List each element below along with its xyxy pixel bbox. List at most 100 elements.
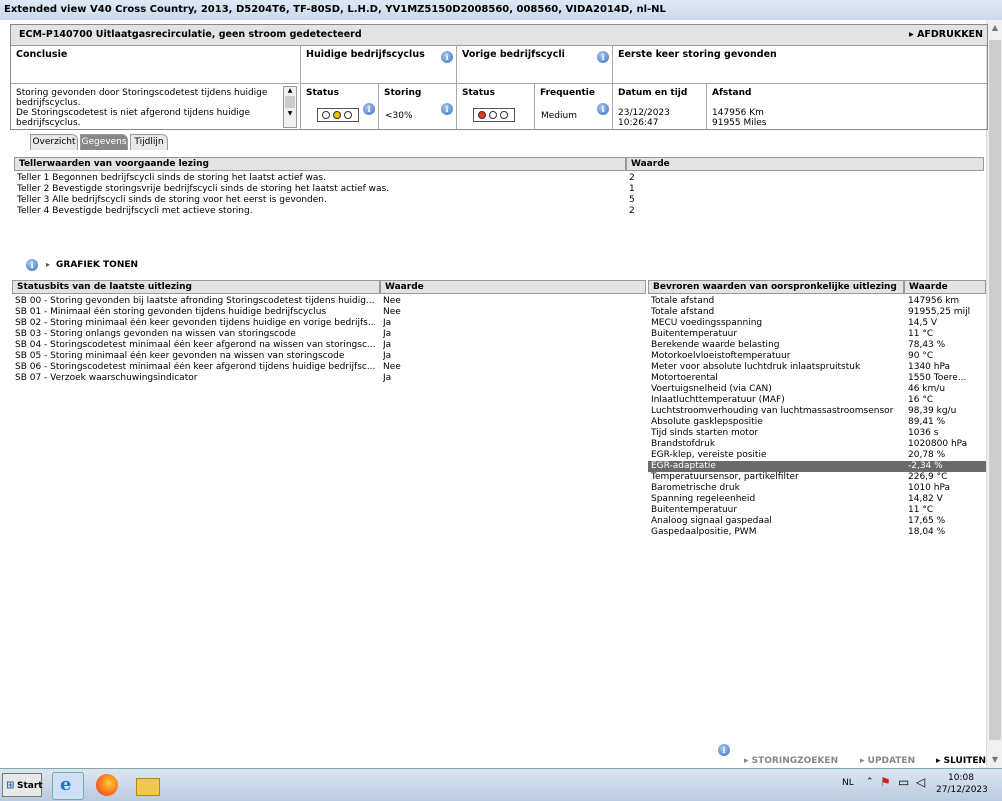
- table-row[interactable]: Analoog signaal gaspedaal: [651, 516, 901, 527]
- scroll-down-icon[interactable]: ▼: [284, 110, 296, 117]
- current-cycle-panel: Huidige bedrijfscyclus i Status i Storin…: [301, 45, 457, 129]
- table-cell-value[interactable]: 91955,25 mijl: [908, 307, 984, 318]
- frozen-heading: Bevroren waarden van oorspronkelijke uit…: [648, 280, 904, 294]
- table-cell-value: 2: [629, 206, 635, 216]
- table-row[interactable]: Voertuigsnelheid (via CAN): [651, 384, 901, 395]
- table-row[interactable]: MECU voedingsspanning: [651, 318, 901, 329]
- table-cell-value[interactable]: 17,65 %: [908, 516, 984, 527]
- table-cell-value[interactable]: 89,41 %: [908, 417, 984, 428]
- table-cell-value[interactable]: 1010 hPa: [908, 483, 984, 494]
- tab-gegevens[interactable]: Gegevens: [80, 134, 128, 150]
- tray-alert-icon[interactable]: ⚑: [880, 775, 891, 789]
- table-row[interactable]: Barometrische druk: [651, 483, 901, 494]
- tab-overzicht[interactable]: Overzicht: [30, 134, 78, 150]
- table-row[interactable]: Spanning regeleenheid: [651, 494, 901, 505]
- table-cell-value: 5: [629, 195, 635, 205]
- troubleshoot-button[interactable]: ▸ STORINGZOEKEN: [744, 756, 838, 766]
- table-cell-value[interactable]: 1036 s: [908, 428, 984, 439]
- table-cell-value[interactable]: 46 km/u: [908, 384, 984, 395]
- date-label: Datum en tijd: [618, 88, 688, 98]
- table-cell-value[interactable]: 16 °C: [908, 395, 984, 406]
- tray-expand-icon[interactable]: ⌃: [866, 777, 874, 787]
- table-row[interactable]: Luchtstroomverhouding van luchtmassastro…: [651, 406, 901, 417]
- table-row[interactable]: Brandstofdruk: [651, 439, 901, 450]
- lamp-green-icon: [344, 111, 352, 119]
- close-button[interactable]: ▸ SLUITEN: [936, 756, 986, 766]
- file-explorer-icon[interactable]: [132, 772, 162, 798]
- scroll-up-icon[interactable]: ▲: [987, 20, 1002, 36]
- table-cell-value: Ja: [383, 351, 392, 361]
- start-button[interactable]: ⊞ Start: [2, 773, 43, 797]
- table-cell-value[interactable]: 226,9 °C: [908, 472, 984, 483]
- app-content: ECM-P140700 Uitlaatgasrecirculatie, geen…: [0, 20, 988, 768]
- distance-cell: Afstand 147956 Km 91955 Miles: [707, 83, 987, 129]
- volume-icon[interactable]: ◁: [916, 775, 925, 789]
- table-row: SB 06 - Storingscodetest minimaal één ke…: [15, 362, 375, 372]
- conclusion-heading: Conclusie: [16, 49, 68, 60]
- scroll-up-icon[interactable]: ▲: [284, 87, 296, 94]
- table-row[interactable]: EGR-adaptatie: [651, 461, 901, 472]
- table-cell-value[interactable]: 18,04 %: [908, 527, 984, 538]
- table-cell-value[interactable]: 147956 km: [908, 296, 984, 307]
- table-row[interactable]: Temperatuursensor, partikelfilter: [651, 472, 901, 483]
- info-icon[interactable]: i: [26, 259, 38, 271]
- table-row: SB 05 - Storing minimaal één keer gevond…: [15, 351, 345, 361]
- clock-date[interactable]: 27/12/2023: [936, 785, 988, 795]
- expand-arrow-icon[interactable]: ▸: [46, 260, 50, 269]
- table-row: SB 04 - Storingscodetest minimaal één ke…: [15, 340, 375, 350]
- scroll-thumb[interactable]: [989, 40, 1001, 740]
- print-button[interactable]: ▸ AFDRUKKEN: [909, 29, 983, 40]
- table-row[interactable]: Gaspedaalpositie, PWM: [651, 527, 901, 538]
- info-icon[interactable]: i: [718, 744, 730, 756]
- language-indicator[interactable]: NL: [842, 778, 854, 788]
- tab-tijdlijn[interactable]: Tijdlijn: [130, 134, 168, 150]
- scroll-thumb[interactable]: [285, 96, 295, 108]
- info-icon[interactable]: i: [363, 103, 375, 115]
- table-cell-value[interactable]: 1020800 hPa: [908, 439, 984, 450]
- show-graph-label[interactable]: GRAFIEK TONEN: [56, 260, 138, 270]
- lamp-red-icon: [478, 111, 486, 119]
- network-icon[interactable]: ▭: [898, 775, 909, 789]
- previous-cycle-panel: Vorige bedrijfscycli i Status Frequentie…: [457, 45, 613, 129]
- table-row[interactable]: Buitentemperatuur: [651, 329, 901, 340]
- table-row: Teller 2 Bevestigde storingsvrije bedrij…: [17, 184, 390, 194]
- table-row[interactable]: Tijd sinds starten motor: [651, 428, 901, 439]
- table-cell-value[interactable]: -2,34 %: [908, 461, 984, 472]
- table-cell-value[interactable]: 14,82 V: [908, 494, 984, 505]
- table-cell-value[interactable]: 1340 hPa: [908, 362, 984, 373]
- current-fault-label: Storing: [384, 88, 422, 98]
- table-row[interactable]: Berekende waarde belasting: [651, 340, 901, 351]
- table-row[interactable]: Meter voor absolute luchtdruk inlaatspru…: [651, 362, 901, 373]
- info-icon[interactable]: i: [597, 51, 609, 63]
- scroll-down-icon[interactable]: ▼: [987, 752, 1002, 768]
- table-cell-value[interactable]: 14,5 V: [908, 318, 984, 329]
- info-icon[interactable]: i: [597, 103, 609, 115]
- info-icon[interactable]: i: [441, 51, 453, 63]
- internet-explorer-icon[interactable]: e: [52, 772, 84, 800]
- table-row[interactable]: Buitentemperatuur: [651, 505, 901, 516]
- table-cell-value[interactable]: 78,43 %: [908, 340, 984, 351]
- table-row[interactable]: Totale afstand: [651, 296, 901, 307]
- table-row[interactable]: Inlaatluchttemperatuur (MAF): [651, 395, 901, 406]
- current-fault-cell: Storing i <30%: [379, 83, 457, 129]
- lamp-red-icon: [322, 111, 330, 119]
- table-row[interactable]: Motortoerental: [651, 373, 901, 384]
- table-row[interactable]: Totale afstand: [651, 307, 901, 318]
- table-row[interactable]: Absolute gasklepspositie: [651, 417, 901, 428]
- firefox-icon[interactable]: [92, 772, 122, 798]
- info-icon[interactable]: i: [441, 103, 453, 115]
- table-cell-value[interactable]: 11 °C: [908, 329, 984, 340]
- table-cell-value[interactable]: 1550 Toere...: [908, 373, 984, 384]
- vertical-scrollbar[interactable]: ▲ ▼: [986, 20, 1002, 768]
- table-row[interactable]: Motorkoelvloeistoftemperatuur: [651, 351, 901, 362]
- update-button[interactable]: ▸ UPDATEN: [860, 756, 915, 766]
- table-cell-value[interactable]: 11 °C: [908, 505, 984, 516]
- previous-status-label: Status: [462, 88, 495, 98]
- table-cell-value[interactable]: 98,39 kg/u: [908, 406, 984, 417]
- table-cell-value[interactable]: 20,78 %: [908, 450, 984, 461]
- conclusion-scrollbar[interactable]: ▲ ▼: [283, 86, 297, 128]
- table-cell-value[interactable]: 90 °C: [908, 351, 984, 362]
- table-row[interactable]: EGR-klep, vereiste positie: [651, 450, 901, 461]
- clock-time[interactable]: 10:08: [948, 773, 974, 783]
- table-cell-value: Nee: [383, 362, 401, 372]
